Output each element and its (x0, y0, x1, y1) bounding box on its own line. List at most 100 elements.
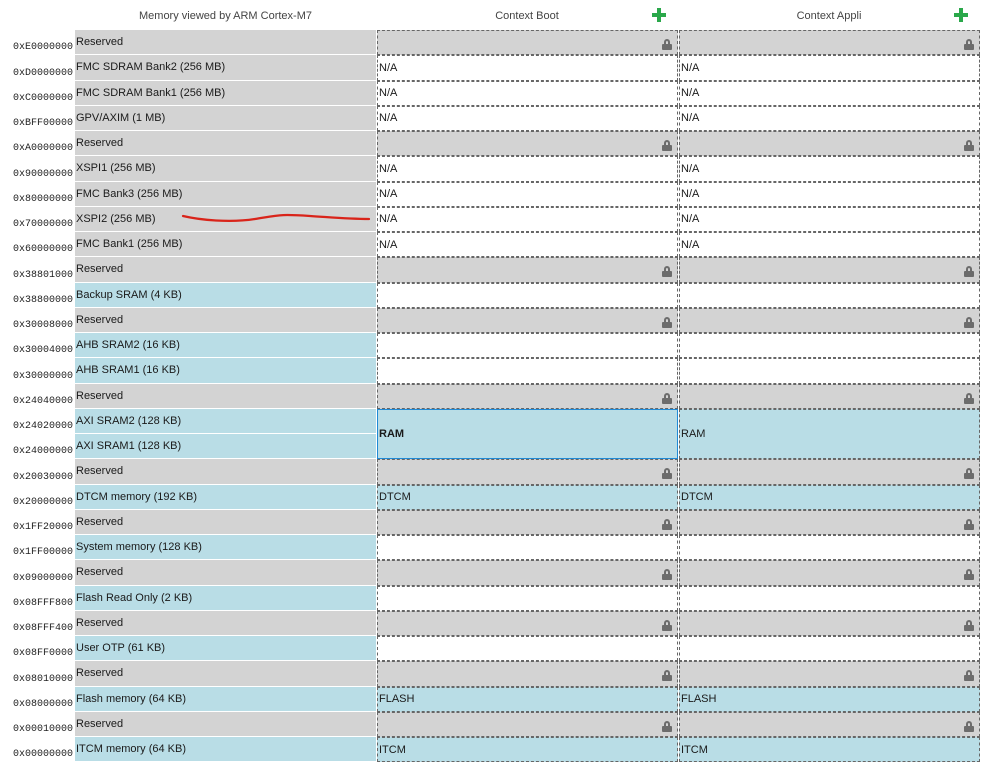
address-label: 0x08000000 (12, 698, 73, 710)
appli-cell-backup-sram-4-kb[interactable] (679, 282, 980, 308)
memory-region-backup-sram-4-kb: Backup SRAM (4 KB) (75, 282, 376, 308)
address-label: 0xE0000000 (12, 42, 73, 54)
address-label: 0x08FFF400 (12, 623, 73, 634)
lock-icon (662, 468, 672, 480)
appli-cell-flash-memory-64-kb[interactable]: FLASH (679, 686, 980, 712)
memory-region-fmc-bank3-256-mb: FMC Bank3 (256 MB) (75, 181, 376, 207)
lock-icon (964, 619, 974, 631)
memory-region-flash-read-only-2-kb: Flash Read Only (2 KB) (75, 585, 376, 611)
boot-cell-flash-memory-64-kb[interactable]: FLASH (377, 686, 678, 712)
add-boot-region-plus-icon[interactable] (651, 7, 667, 23)
appli-cell-xspi1-256-mb[interactable]: N/A (679, 156, 980, 182)
boot-cell-xspi2-256-mb[interactable]: N/A (377, 206, 678, 232)
appli-cell-label: RAM (681, 428, 706, 440)
appli-cell-xspi2-256-mb[interactable]: N/A (679, 206, 980, 232)
memory-region-dtcm-memory-192-kb: DTCM memory (192 KB) (75, 484, 376, 510)
lock-icon (964, 316, 974, 328)
boot-cell-label: N/A (379, 213, 398, 226)
appli-cell-label: FLASH (681, 693, 717, 706)
memory-region-axi-sram1-128-kb: AXI SRAM1 (128 KB) (75, 434, 376, 460)
boot-cell-axi-sram2-128-kb[interactable]: RAM (377, 408, 678, 460)
memory-region-gpv-axim-1-mb: GPV/AXIM (1 MB) (75, 105, 376, 131)
boot-cell-gpv-axim-1-mb[interactable]: N/A (377, 105, 678, 131)
appli-cell-dtcm-memory-192-kb[interactable]: DTCM (679, 484, 980, 510)
address-label: 0xD0000000 (12, 67, 73, 79)
lock-icon (964, 518, 974, 530)
address-label: 0xC0000000 (12, 92, 73, 104)
boot-cell-dtcm-memory-192-kb[interactable]: DTCM (377, 484, 678, 510)
address-label: 0x30000000 (12, 370, 73, 382)
appli-cell-user-otp-61-kb[interactable] (679, 636, 980, 662)
address-label: 0x24020000 (12, 421, 73, 432)
memory-region-reserved: Reserved (75, 307, 376, 333)
lock-icon (662, 569, 672, 581)
address-label: 0x90000000 (12, 168, 73, 180)
address-label: 0xA0000000 (12, 143, 73, 155)
boot-cell-reserved (377, 509, 678, 535)
boot-cell-reserved (377, 383, 678, 409)
memory-region-fmc-bank1-256-mb: FMC Bank1 (256 MB) (75, 232, 376, 258)
appli-cell-reserved (679, 257, 980, 283)
boot-cell-fmc-sdram-bank1-256-mb[interactable]: N/A (377, 80, 678, 106)
lock-icon (964, 569, 974, 581)
appli-cell-axi-sram2-128-kb[interactable]: RAM (679, 408, 980, 460)
appli-cell-gpv-axim-1-mb[interactable]: N/A (679, 105, 980, 131)
boot-cell-ahb-sram2-16-kb[interactable] (377, 333, 678, 359)
boot-cell-itcm-memory-64-kb[interactable]: ITCM (377, 737, 678, 763)
boot-cell-fmc-bank3-256-mb[interactable]: N/A (377, 181, 678, 207)
add-appli-region-plus-icon[interactable] (953, 7, 969, 23)
memory-region-axi-sram2-128-kb: AXI SRAM2 (128 KB) (75, 408, 376, 434)
boot-cell-reserved (377, 560, 678, 586)
memory-region-xspi1-256-mb: XSPI1 (256 MB) (75, 156, 376, 182)
boot-cell-flash-read-only-2-kb[interactable] (377, 585, 678, 611)
appli-cell-ahb-sram2-16-kb[interactable] (679, 333, 980, 359)
lock-icon (964, 468, 974, 480)
memory-region-reserved: Reserved (75, 257, 376, 283)
boot-cell-reserved (377, 661, 678, 687)
appli-cell-label: N/A (681, 188, 700, 201)
appli-cell-fmc-bank3-256-mb[interactable]: N/A (679, 181, 980, 207)
address-label: 0x08FFF800 (12, 597, 73, 609)
memory-region-user-otp-61-kb: User OTP (61 KB) (75, 636, 376, 662)
memory-region-reserved: Reserved (75, 661, 376, 687)
lock-icon (964, 670, 974, 682)
appli-cell-label: N/A (681, 87, 700, 100)
boot-cell-reserved (377, 131, 678, 157)
address-label: 0x20000000 (12, 496, 73, 508)
boot-cell-reserved (377, 257, 678, 283)
boot-cell-system-memory-128-kb[interactable] (377, 535, 678, 561)
boot-cell-xspi1-256-mb[interactable]: N/A (377, 156, 678, 182)
memory-region-fmc-sdram-bank2-256-mb: FMC SDRAM Bank2 (256 MB) (75, 55, 376, 81)
boot-cell-reserved (377, 30, 678, 56)
memory-region-reserved: Reserved (75, 610, 376, 636)
memory-region-xspi2-256-mb: XSPI2 (256 MB) (75, 206, 376, 232)
appli-cell-label: N/A (681, 162, 700, 175)
boot-cell-ahb-sram1-16-kb[interactable] (377, 358, 678, 384)
address-label: 0x00000000 (12, 749, 73, 761)
appli-cell-fmc-bank1-256-mb[interactable]: N/A (679, 232, 980, 258)
boot-cell-fmc-sdram-bank2-256-mb[interactable]: N/A (377, 55, 678, 81)
lock-icon (964, 266, 974, 278)
appli-cell-label: N/A (681, 112, 700, 125)
boot-cell-label: N/A (379, 61, 398, 74)
boot-cell-user-otp-61-kb[interactable] (377, 636, 678, 662)
boot-cell-fmc-bank1-256-mb[interactable]: N/A (377, 232, 678, 258)
address-label: 0xBFF00000 (12, 118, 73, 129)
appli-cell-itcm-memory-64-kb[interactable]: ITCM (679, 737, 980, 763)
appli-cell-fmc-sdram-bank1-256-mb[interactable]: N/A (679, 80, 980, 106)
appli-cell-reserved (679, 560, 980, 586)
lock-icon (662, 392, 672, 404)
memory-column-header: Memory viewed by ARM Cortex-M7 (139, 10, 312, 22)
appli-cell-reserved (679, 459, 980, 485)
address-label: 0x30008000 (12, 320, 73, 331)
boot-cell-label: DTCM (379, 491, 411, 504)
address-label: 0x70000000 (12, 219, 73, 230)
appli-cell-flash-read-only-2-kb[interactable] (679, 585, 980, 611)
appli-cell-ahb-sram1-16-kb[interactable] (679, 358, 980, 384)
appli-cell-label: N/A (681, 61, 700, 74)
boot-cell-backup-sram-4-kb[interactable] (377, 282, 678, 308)
lock-icon (662, 316, 672, 328)
appli-cell-fmc-sdram-bank2-256-mb[interactable]: N/A (679, 55, 980, 81)
boot-cell-label: ITCM (379, 743, 406, 756)
appli-cell-system-memory-128-kb[interactable] (679, 535, 980, 561)
